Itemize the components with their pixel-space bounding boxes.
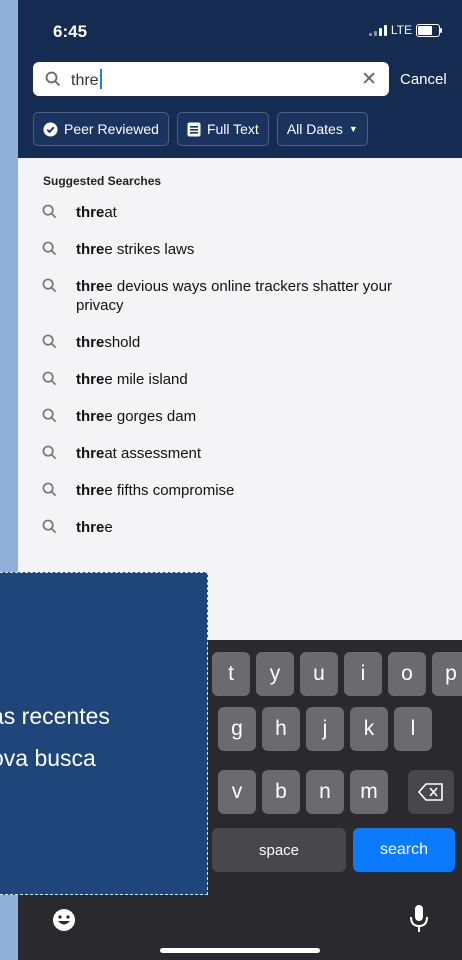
full-text-filter[interactable]: Full Text [176,112,269,146]
suggestion-match: thre [76,334,105,351]
suggestion-rest: e gorges dam [104,408,197,425]
key-h[interactable]: h [262,707,300,751]
signal-icon [368,24,387,36]
full-text-label: Full Text [206,121,259,137]
search-icon [42,519,57,534]
suggestion-item[interactable]: threshold [18,324,462,361]
search-query: thre [71,68,102,90]
all-dates-label: All Dates [286,121,343,137]
key-m[interactable]: m [350,770,388,814]
home-indicator [160,948,320,953]
peer-reviewed-filter[interactable]: Peer Reviewed [33,112,169,146]
caption-overlay: as recentes ova busca [0,572,208,895]
suggestion-text: three gorges dam [76,408,196,425]
suggested-searches-title: Suggested Searches [43,174,162,188]
suggestion-rest: e fifths compromise [104,482,235,499]
cancel-button[interactable]: Cancel [400,71,447,88]
search-icon [42,204,57,219]
emoji-icon[interactable] [52,908,76,937]
key-v[interactable]: v [218,770,256,814]
check-badge-icon [43,121,58,137]
suggestion-item[interactable]: three devious ways online trackers shatt… [18,268,462,324]
backspace-icon [418,783,443,801]
suggestion-text: threshold [76,334,140,351]
suggestion-text: three strikes laws [76,241,194,258]
filter-chips: Peer Reviewed Full Text All Dates ▼ [33,112,368,146]
suggestion-text: three devious ways online trackers shatt… [76,278,392,314]
search-input[interactable]: thre ✕ [33,62,389,96]
key-g[interactable]: g [218,707,256,751]
key-y[interactable]: y [256,652,294,696]
suggestion-text: threat assessment [76,445,201,462]
backspace-button[interactable] [408,770,454,814]
suggestion-text: three [76,519,113,536]
suggestion-rest: e strikes laws [104,241,195,258]
overlay-line-2: ova busca [0,745,96,771]
suggestion-item[interactable]: three mile island [18,361,462,398]
suggestion-item[interactable]: threat assessment [18,435,462,472]
suggestion-list: threat three strikes laws three devious wa… [18,194,462,546]
suggestion-rest: shold [104,334,141,351]
suggestion-text: threat [76,204,117,221]
battery-icon [416,23,442,37]
suggestion-item[interactable]: three gorges dam [18,398,462,435]
suggestion-item[interactable]: three [18,509,462,546]
suggestion-match: thre [76,241,105,258]
key-b[interactable]: b [262,770,300,814]
search-icon [42,408,57,423]
suggestion-item[interactable]: three strikes laws [18,231,462,268]
suggestion-match: thre [76,371,105,388]
key-p[interactable]: p [432,652,462,696]
space-key[interactable]: space [212,828,346,872]
document-icon [187,122,201,136]
suggestion-text: three fifths compromise [76,482,234,499]
key-j[interactable]: j [306,707,344,751]
network-label: LTE [390,23,412,37]
suggestion-match: thre [76,519,105,536]
search-icon [42,445,57,460]
suggestion-rest: at assessment [104,445,202,462]
microphone-icon[interactable] [408,904,430,939]
suggestion-item[interactable]: threat [18,194,462,231]
status-indicators: LTE [368,23,442,37]
search-icon [42,482,57,497]
search-icon [42,334,57,349]
clear-icon[interactable]: ✕ [361,68,377,91]
key-i[interactable]: i [344,652,382,696]
suggestion-match: thre [76,482,105,499]
suggestion-match: thre [76,204,105,221]
all-dates-filter[interactable]: All Dates ▼ [276,112,368,146]
chevron-down-icon: ▼ [348,124,358,134]
search-icon [42,278,57,293]
overlay-line-1: as recentes [0,703,110,729]
key-k[interactable]: k [350,707,388,751]
key-o[interactable]: o [388,652,426,696]
search-icon [45,71,61,87]
suggestion-match: thre [76,278,105,295]
header-bar: 6:45 LTE thre ✕ Cancel Peer Reviewed Ful… [18,0,462,158]
key-n[interactable]: n [306,770,344,814]
suggestion-match: thre [76,408,105,425]
suggestion-match: thre [76,445,105,462]
status-time: 6:45 [53,22,88,41]
search-icon [42,241,57,256]
search-icon [42,371,57,386]
suggestion-rest: e [104,519,113,536]
suggestion-rest: e devious ways online trackers shatter y… [76,278,392,314]
key-l[interactable]: l [394,707,432,751]
suggestion-rest: at [104,204,117,221]
peer-reviewed-label: Peer Reviewed [64,121,159,137]
search-key[interactable]: search [353,828,455,872]
key-t[interactable]: t [212,652,250,696]
suggestion-text: three mile island [76,371,188,388]
key-u[interactable]: u [300,652,338,696]
suggestion-item[interactable]: three fifths compromise [18,472,462,509]
suggestion-rest: e mile island [104,371,188,388]
